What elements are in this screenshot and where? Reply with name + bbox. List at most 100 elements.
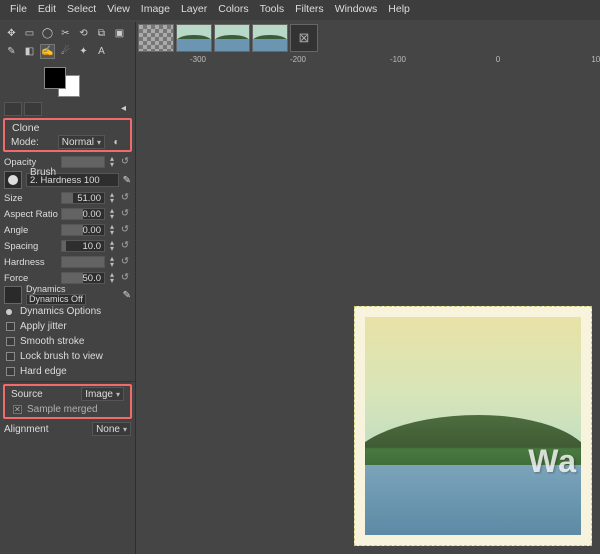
force-spinner[interactable]: ▴▾ xyxy=(108,272,116,284)
fg-bg-color[interactable] xyxy=(44,67,80,97)
menu-filters[interactable]: Filters xyxy=(295,3,324,15)
dock-tab-device[interactable] xyxy=(24,102,42,116)
hardness-spinner[interactable]: ▴▾ xyxy=(108,256,116,268)
dock-tabs: ◂ xyxy=(0,101,135,116)
fg-color-swatch[interactable] xyxy=(44,67,66,89)
vertical-ruler xyxy=(138,73,154,554)
menu-tools[interactable]: Tools xyxy=(260,3,285,15)
angle-slider[interactable]: 0.00 xyxy=(61,224,105,236)
dock-tab-tool-options[interactable] xyxy=(4,102,22,116)
free-select-tool-icon[interactable]: ◯ xyxy=(40,26,55,41)
chevron-down-icon: ▾ xyxy=(123,425,127,434)
force-label: Force xyxy=(4,273,58,284)
opacity-reset-icon[interactable]: ↺ xyxy=(119,156,131,168)
source-dropdown[interactable]: Image▾ xyxy=(81,387,124,401)
dynamics-options-expander[interactable]: Dynamics Options xyxy=(0,304,135,319)
size-reset-icon[interactable]: ↺ xyxy=(119,192,131,204)
lock-brush-label: Lock brush to view xyxy=(20,351,103,362)
image-tab-empty[interactable] xyxy=(138,24,174,52)
mode-extra-icon[interactable]: ◐ xyxy=(109,135,124,150)
alignment-label: Alignment xyxy=(4,424,48,435)
mode-label: Mode: xyxy=(11,137,39,148)
image-tab-2[interactable] xyxy=(214,24,250,52)
expander-icon xyxy=(6,309,12,315)
menu-edit[interactable]: Edit xyxy=(38,3,56,15)
bucket-tool-icon[interactable]: ▣ xyxy=(112,26,127,41)
mode-dropdown[interactable]: Normal▾ xyxy=(58,135,105,149)
tool-options-title: Clone xyxy=(7,120,128,134)
aspect-spinner[interactable]: ▴▾ xyxy=(108,208,116,220)
sample-merged-checkbox[interactable] xyxy=(13,405,22,414)
paintbrush-tool-icon[interactable]: ✎ xyxy=(4,44,19,59)
left-sidebar: ✥ ▭ ◯ ✂ ⟲ ⧉ ▣ ✎ ◧ ✍ ☄ ✦ A ◂ Clone Mode: … xyxy=(0,22,136,554)
spacing-reset-icon[interactable]: ↺ xyxy=(119,240,131,252)
source-label: Source xyxy=(11,389,43,400)
angle-spinner[interactable]: ▴▾ xyxy=(108,224,116,236)
image-tab-1[interactable] xyxy=(176,24,212,52)
apply-jitter-checkbox[interactable] xyxy=(6,322,15,331)
size-label: Size xyxy=(4,193,58,204)
text-tool-icon[interactable]: A xyxy=(94,44,109,59)
canvas-area[interactable]: Wa xyxy=(156,73,600,554)
move-tool-icon[interactable]: ✥ xyxy=(4,26,19,41)
warp-tool-icon[interactable]: ⧉ xyxy=(94,26,109,41)
highlight-source: Source Image▾ Sample merged xyxy=(3,384,132,419)
transform-tool-icon[interactable]: ⟲ xyxy=(76,26,91,41)
rect-select-tool-icon[interactable]: ▭ xyxy=(22,26,37,41)
smudge-tool-icon[interactable]: ☄ xyxy=(58,44,73,59)
opacity-slider[interactable]: 100.0 xyxy=(61,156,105,168)
close-tab-icon[interactable]: ⊠ xyxy=(290,24,318,52)
brush-label: Brush xyxy=(30,167,56,178)
image-tab-3[interactable] xyxy=(252,24,288,52)
hardness-reset-icon[interactable]: ↺ xyxy=(119,256,131,268)
dock-menu-icon[interactable]: ◂ xyxy=(116,101,131,116)
image-on-canvas[interactable]: Wa xyxy=(354,306,592,546)
size-spinner[interactable]: ▴▾ xyxy=(108,192,116,204)
apply-jitter-label: Apply jitter xyxy=(20,321,67,332)
menu-help[interactable]: Help xyxy=(388,3,410,15)
menu-bar: File Edit Select View Image Layer Colors… xyxy=(0,0,600,20)
chevron-down-icon: ▾ xyxy=(97,138,101,147)
angle-reset-icon[interactable]: ↺ xyxy=(119,224,131,236)
crop-tool-icon[interactable]: ✂ xyxy=(58,26,73,41)
path-tool-icon[interactable]: ✦ xyxy=(76,44,91,59)
brush-edit-icon[interactable]: ✎ xyxy=(123,175,131,186)
aspect-reset-icon[interactable]: ↺ xyxy=(119,208,131,220)
menu-view[interactable]: View xyxy=(107,3,130,15)
highlight-clone-title: Clone Mode: Normal▾ ◐ xyxy=(3,118,132,152)
force-slider[interactable]: 50.0 xyxy=(61,272,105,284)
smooth-stroke-label: Smooth stroke xyxy=(20,336,84,347)
menu-windows[interactable]: Windows xyxy=(335,3,378,15)
smooth-stroke-checkbox[interactable] xyxy=(6,337,15,346)
brush-preview[interactable] xyxy=(4,171,22,189)
menu-image[interactable]: Image xyxy=(141,3,170,15)
menu-layer[interactable]: Layer xyxy=(181,3,207,15)
spacing-slider[interactable]: 10.0 xyxy=(61,240,105,252)
hard-edge-label: Hard edge xyxy=(20,366,67,377)
lock-brush-checkbox[interactable] xyxy=(6,352,15,361)
aspect-slider[interactable]: 0.00 xyxy=(61,208,105,220)
eraser-tool-icon[interactable]: ◧ xyxy=(22,44,37,59)
menu-select[interactable]: Select xyxy=(67,3,96,15)
size-slider[interactable]: 51.00 xyxy=(61,192,105,204)
dynamics-preview[interactable] xyxy=(4,286,22,304)
dynamics-label: Dynamics xyxy=(26,285,86,294)
spacing-label: Spacing xyxy=(4,241,58,252)
alignment-dropdown[interactable]: None▾ xyxy=(92,422,131,436)
force-reset-icon[interactable]: ↺ xyxy=(119,272,131,284)
sample-merged-label: Sample merged xyxy=(27,404,98,415)
opacity-spinner[interactable]: ▴▾ xyxy=(108,156,116,168)
aspect-label: Aspect Ratio xyxy=(4,209,58,220)
angle-label: Angle xyxy=(4,225,58,236)
menu-colors[interactable]: Colors xyxy=(218,3,248,15)
dynamics-edit-icon[interactable]: ✎ xyxy=(123,290,131,301)
hardness-label: Hardness xyxy=(4,257,58,268)
hardness-slider[interactable]: 100.0 xyxy=(61,256,105,268)
spacing-spinner[interactable]: ▴▾ xyxy=(108,240,116,252)
watermark-text: Wa xyxy=(528,443,577,480)
dynamics-value[interactable]: Dynamics Off xyxy=(26,294,86,305)
hard-edge-checkbox[interactable] xyxy=(6,367,15,376)
chevron-down-icon: ▾ xyxy=(116,390,120,399)
menu-file[interactable]: File xyxy=(10,3,27,15)
clone-tool-icon[interactable]: ✍ xyxy=(40,44,55,59)
